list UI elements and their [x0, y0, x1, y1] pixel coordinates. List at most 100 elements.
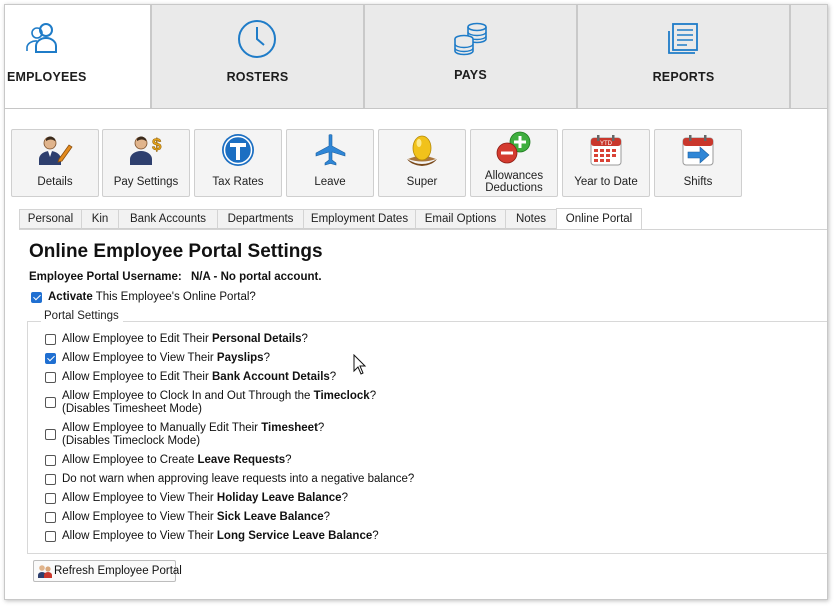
checkbox[interactable] — [45, 455, 56, 466]
svg-text:YTD: YTD — [600, 141, 613, 147]
tax-t-icon — [222, 134, 254, 166]
checkbox[interactable] — [45, 474, 56, 485]
portal-settings-label: Portal Settings — [41, 310, 123, 322]
option-bold: Holiday Leave Balance — [216, 492, 342, 504]
option-text: Allow Employee to Clock In and Out Throu… — [62, 390, 314, 402]
option-label: Allow Employee to Create Leave Requests? — [62, 454, 292, 466]
checkbox[interactable] — [45, 353, 56, 364]
checkbox[interactable] — [45, 397, 56, 408]
option-suffix: ? — [369, 390, 377, 402]
option-bold: Timeclock — [313, 390, 370, 402]
option-text: Allow Employee to View Their — [62, 352, 217, 364]
option-bold: Leave Requests — [197, 454, 286, 466]
allowances-deductions-text: Allowances Deductions — [484, 170, 544, 194]
coins-icon — [454, 22, 487, 56]
pay-settings-label: Pay Settings — [113, 176, 179, 188]
activate-portal-check[interactable] — [31, 292, 42, 303]
tab-online-portal[interactable]: Online Portal — [556, 208, 642, 230]
option-label: Allow Employee to View Their Payslips? — [62, 352, 270, 364]
leave-label: Leave — [314, 176, 346, 188]
option-suffix: ? — [285, 454, 292, 466]
checkbox[interactable] — [45, 372, 56, 383]
shifts-label: Shifts — [683, 176, 713, 188]
plus-minus-icon — [496, 131, 531, 164]
details-button[interactable]: Details — [11, 129, 99, 197]
nav-tab-label: REPORTS — [652, 70, 715, 84]
option-text: Allow Employee to View Their — [62, 492, 217, 504]
tab-bank-accounts[interactable]: Bank Accounts — [118, 209, 218, 229]
portal-username-value: N/A - No portal account. — [190, 271, 322, 283]
option-bold: Timesheet — [261, 422, 318, 434]
option-suffix: ? — [317, 422, 325, 434]
activate-rest: This Employee's Online Portal? — [92, 291, 256, 303]
nav-tab-rosters[interactable]: ROSTERS — [152, 5, 365, 108]
tax-rates-button[interactable]: Tax Rates — [194, 129, 282, 197]
nav-tab-reports[interactable]: REPORTS — [578, 5, 791, 108]
option-sub-label: (Disables Timeclock Mode) — [62, 435, 201, 447]
option-bold: Bank Account Details — [212, 371, 330, 383]
refresh-employee-portal-button[interactable]: Refresh Employee Portal — [33, 560, 182, 582]
option-suffix: ? — [323, 511, 331, 523]
details-label: Details — [37, 176, 73, 188]
calendar-ytd-icon: YTD — [590, 135, 622, 166]
person-edit-icon — [39, 136, 73, 165]
super-label: Super — [406, 176, 438, 188]
option-suffix: ? — [301, 333, 308, 345]
option-bold: Sick Leave Balance — [216, 511, 324, 523]
option-bold: Long Service Leave Balance — [216, 530, 373, 542]
top-navigation: EMPLOYEES ROSTERS PAYS REPORTS — [5, 5, 827, 109]
option-label: Allow Employee to Clock In and Out Throu… — [62, 390, 376, 402]
option-suffix: ? — [372, 530, 379, 542]
checkbox[interactable] — [45, 429, 56, 440]
pay-settings-button[interactable]: $ Pay Settings — [102, 129, 190, 197]
nav-tab-employees[interactable]: EMPLOYEES — [5, 5, 152, 108]
tab-email-options[interactable]: Email Options — [415, 209, 506, 229]
activate-bold: Activate — [48, 291, 93, 303]
activate-portal-label: Activate This Employee's Online Portal? — [48, 291, 256, 303]
option-suffix: ? — [329, 371, 337, 383]
shifts-button[interactable]: Shifts — [654, 129, 742, 197]
nav-tab-label: EMPLOYEES — [7, 70, 87, 84]
option-text: Do not warn when approving leave request… — [62, 473, 415, 485]
nav-tab-label: PAYS — [454, 68, 487, 82]
checkbox[interactable] — [45, 512, 56, 523]
app-window: EMPLOYEES ROSTERS PAYS REPORTS Details $… — [4, 4, 828, 600]
employees-icon — [26, 23, 57, 53]
tax-rates-label: Tax Rates — [212, 176, 264, 188]
page-title: Online Employee Portal Settings — [29, 241, 323, 262]
allowances-deductions-label: Allowances Deductions — [471, 168, 557, 196]
report-icon — [668, 23, 698, 54]
year-to-date-button[interactable]: YTD Year to Date — [562, 129, 650, 197]
person-dollar-icon: $ — [130, 135, 162, 165]
nav-tab-label: ROSTERS — [226, 70, 289, 84]
portal-username: Employee Portal Username: N/A - No porta… — [29, 271, 322, 283]
tab-kin[interactable]: Kin — [81, 209, 119, 229]
tab-notes[interactable]: Notes — [505, 209, 557, 229]
option-text: Allow Employee to Manually Edit Their — [62, 422, 262, 434]
tab-personal[interactable]: Personal — [19, 209, 82, 229]
option-text: Allow Employee to View Their — [62, 530, 217, 542]
checkbox[interactable] — [45, 531, 56, 542]
option-bold: Payslips — [216, 352, 264, 364]
option-label: Allow Employee to View Their Holiday Lea… — [62, 492, 348, 504]
nav-tab-more[interactable] — [791, 5, 827, 108]
option-suffix: ? — [341, 492, 348, 504]
super-button[interactable]: Super — [378, 129, 466, 197]
option-text: Allow Employee to Edit Their — [62, 333, 212, 345]
checkbox[interactable] — [45, 334, 56, 345]
option-text: Allow Employee to Create — [62, 454, 198, 466]
option-sub-label: (Disables Timesheet Mode) — [62, 403, 202, 415]
allowances-deductions-button[interactable]: Allowances Deductions — [470, 129, 558, 197]
leave-button[interactable]: Leave — [286, 129, 374, 197]
refresh-label: Refresh Employee Portal — [54, 565, 182, 577]
option-bold: Personal Details — [212, 333, 302, 345]
tab-departments[interactable]: Departments — [217, 209, 304, 229]
checkbox[interactable] — [45, 493, 56, 504]
tab-employment-dates[interactable]: Employment Dates — [303, 209, 416, 229]
employee-toolbar: Details $ Pay Settings Tax Rates Leave S… — [5, 109, 827, 205]
online-portal-panel: Online Employee Portal Settings Employee… — [19, 230, 827, 599]
clock-icon — [238, 20, 276, 58]
nav-tab-pays[interactable]: PAYS — [365, 5, 578, 108]
option-label: Do not warn when approving leave request… — [62, 473, 414, 485]
option-text: Allow Employee to Edit Their — [62, 371, 212, 383]
